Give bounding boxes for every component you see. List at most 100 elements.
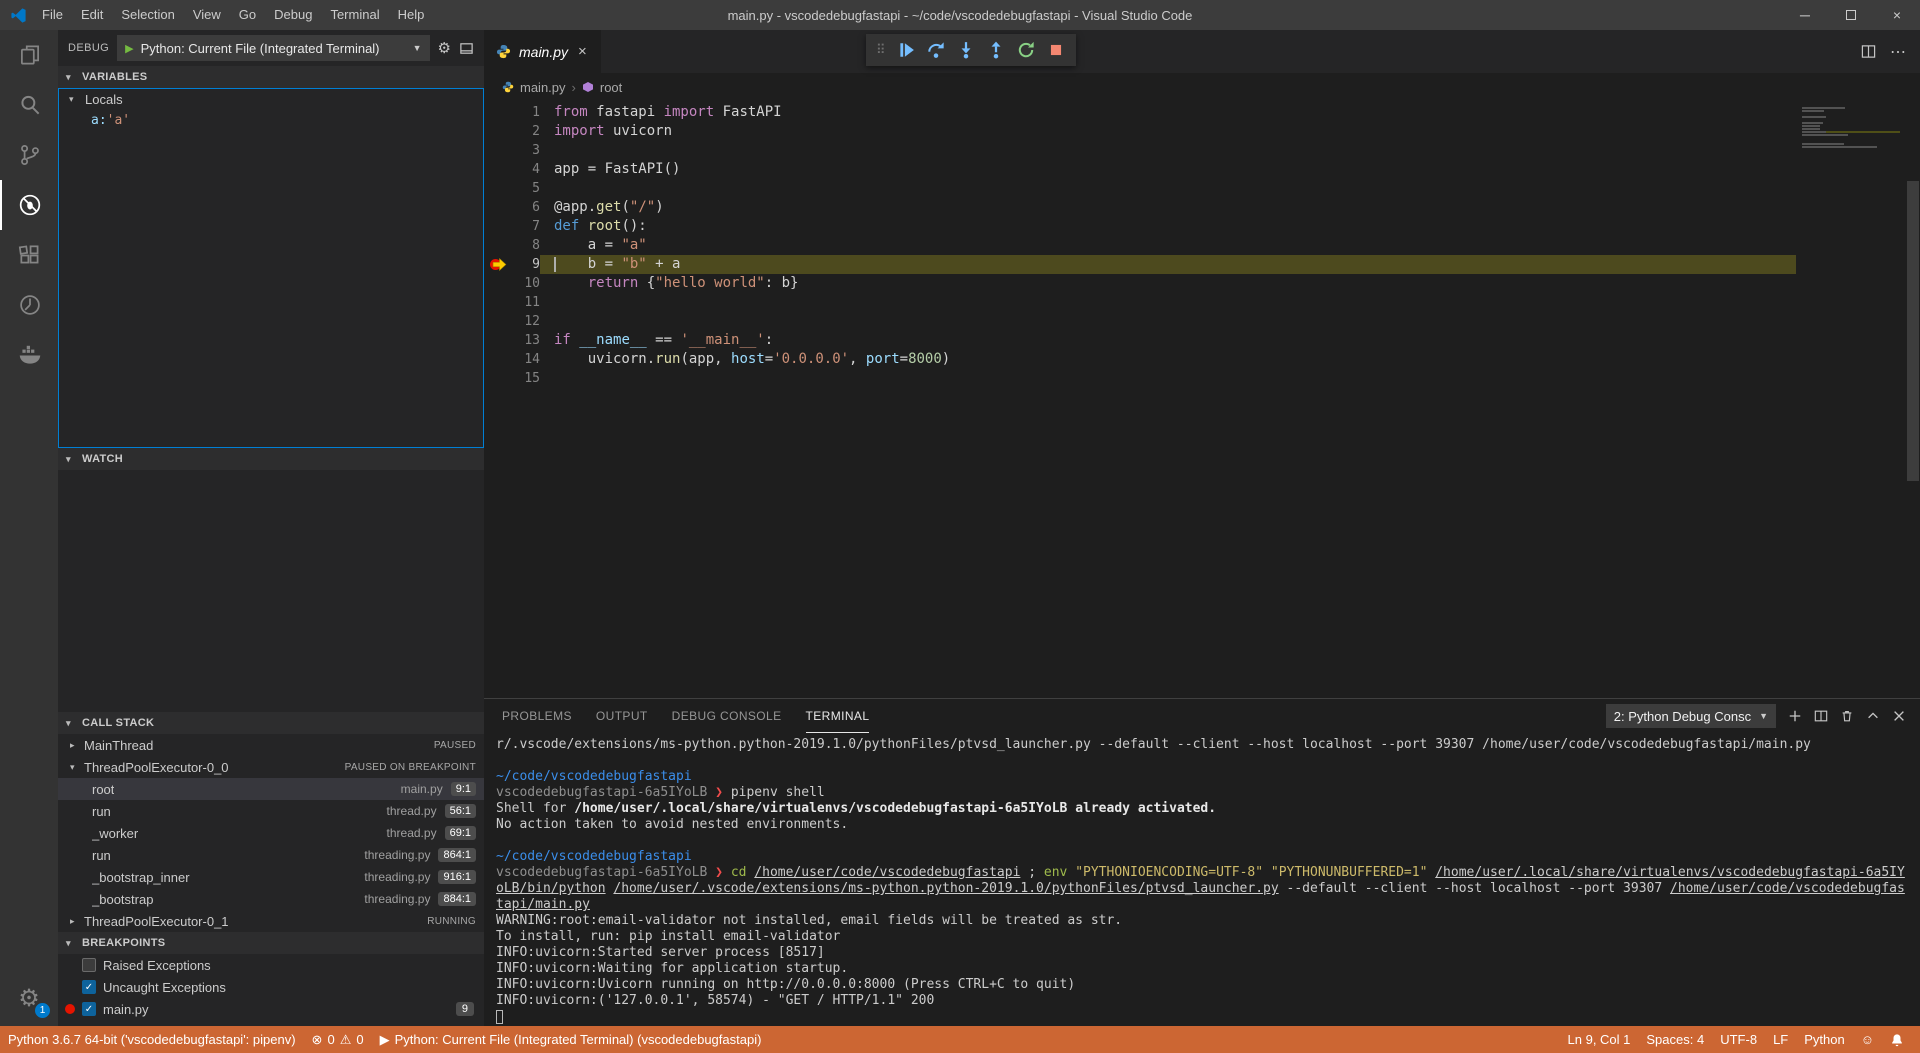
- source-control-icon[interactable]: [0, 130, 58, 180]
- breakpoint-gutter[interactable]: [484, 274, 510, 293]
- watch-pane-header[interactable]: ▾ WATCH: [58, 448, 484, 470]
- call-stack-frame[interactable]: _bootstrap_innerthreading.py916:1: [58, 866, 484, 888]
- code-line[interactable]: 12: [484, 312, 1796, 331]
- maximize-panel-icon[interactable]: [1866, 709, 1880, 723]
- breakpoint-checkbox[interactable]: ✓: [82, 980, 96, 994]
- breakpoint-gutter[interactable]: [484, 217, 510, 236]
- breakpoint-checkbox[interactable]: ✓: [82, 1002, 96, 1016]
- breadcrumb[interactable]: main.py › root: [484, 73, 1920, 101]
- code-line[interactable]: 11: [484, 293, 1796, 312]
- panel-tab-debug-console[interactable]: DEBUG CONSOLE: [672, 699, 782, 733]
- menu-view[interactable]: View: [184, 0, 230, 30]
- status-lf[interactable]: LF: [1765, 1026, 1796, 1053]
- editor-scrollbar[interactable]: [1906, 101, 1920, 698]
- code-line[interactable]: 13if __name__ == '__main__':: [484, 331, 1796, 350]
- breakpoint-item[interactable]: ✓Uncaught Exceptions: [58, 976, 484, 998]
- toolbar-drag-handle[interactable]: ⠿: [872, 42, 890, 58]
- step-over-button[interactable]: [922, 36, 950, 64]
- close-icon[interactable]: ×: [1874, 0, 1920, 30]
- code-line[interactable]: 10 return {"hello world": b}: [484, 274, 1796, 293]
- docker-icon[interactable]: [0, 330, 58, 380]
- breakpoint-gutter[interactable]: [484, 312, 510, 331]
- breakpoint-gutter[interactable]: [484, 160, 510, 179]
- minimap[interactable]: [1796, 101, 1906, 698]
- start-debug-icon[interactable]: ▶: [125, 42, 133, 55]
- menu-file[interactable]: File: [33, 0, 72, 30]
- breakpoint-checkbox[interactable]: [82, 958, 96, 972]
- new-terminal-icon[interactable]: [1788, 709, 1802, 723]
- manage-gear-icon[interactable]: ⚙ 1: [0, 970, 58, 1026]
- split-terminal-icon[interactable]: [1814, 709, 1828, 723]
- call-stack-thread[interactable]: ▸ThreadPoolExecutor-0_1RUNNING: [58, 910, 484, 932]
- breakpoint-gutter[interactable]: [484, 141, 510, 160]
- split-editor-icon[interactable]: [1861, 44, 1876, 59]
- code-line[interactable]: 7def root():: [484, 217, 1796, 236]
- search-icon[interactable]: [0, 80, 58, 130]
- vscode-logo-icon[interactable]: [10, 7, 27, 24]
- code-line[interactable]: 4app = FastAPI(): [484, 160, 1796, 179]
- status-utf-8[interactable]: UTF-8: [1712, 1026, 1765, 1053]
- minimize-icon[interactable]: ─: [1782, 0, 1828, 30]
- configure-gear-icon[interactable]: ⚙: [438, 39, 451, 57]
- explorer-icon[interactable]: [0, 30, 58, 80]
- call-stack-frame[interactable]: runthreading.py864:1: [58, 844, 484, 866]
- variables-scope-locals[interactable]: ▾ Locals: [59, 89, 483, 110]
- step-out-button[interactable]: [982, 36, 1010, 64]
- code-line[interactable]: 1from fastapi import FastAPI: [484, 103, 1796, 122]
- call-stack-pane-header[interactable]: ▾ CALL STACK: [58, 712, 484, 734]
- code-line[interactable]: 15: [484, 369, 1796, 388]
- kill-terminal-icon[interactable]: [1840, 709, 1854, 723]
- code-line[interactable]: 6@app.get("/"): [484, 198, 1796, 217]
- breakpoint-gutter[interactable]: [484, 350, 510, 369]
- call-stack-frame[interactable]: _bootstrapthreading.py884:1: [58, 888, 484, 910]
- breakpoint-gutter[interactable]: [484, 331, 510, 350]
- breakpoint-gutter[interactable]: [484, 122, 510, 141]
- scrollbar-thumb[interactable]: [1907, 181, 1919, 481]
- step-into-button[interactable]: [952, 36, 980, 64]
- stop-button[interactable]: [1042, 36, 1070, 64]
- call-stack-thread[interactable]: ▸MainThreadPAUSED: [58, 734, 484, 756]
- breakpoint-item[interactable]: ✓main.py9: [58, 998, 484, 1020]
- variables-pane-header[interactable]: ▾ VARIABLES: [58, 66, 484, 88]
- status-python[interactable]: Python: [1796, 1026, 1852, 1053]
- notifications-bell-icon[interactable]: [1882, 1026, 1912, 1053]
- more-actions-icon[interactable]: ⋯: [1890, 42, 1906, 62]
- restart-button[interactable]: [1012, 36, 1040, 64]
- debug-configuration-dropdown[interactable]: ▶ Python: Current File (Integrated Termi…: [117, 35, 429, 61]
- terminal-selector-dropdown[interactable]: 2: Python Debug Consc ▼: [1606, 704, 1776, 728]
- panel-tab-problems[interactable]: PROBLEMS: [502, 699, 572, 733]
- debug-icon[interactable]: [0, 180, 58, 230]
- variable-item[interactable]: a: 'a': [59, 110, 483, 130]
- call-stack-frame[interactable]: runthread.py56:1: [58, 800, 484, 822]
- menu-selection[interactable]: Selection: [112, 0, 183, 30]
- breakpoints-pane-header[interactable]: ▾ BREAKPOINTS: [58, 932, 484, 954]
- terminal-output[interactable]: r/.vscode/extensions/ms-python.python-20…: [484, 733, 1920, 1026]
- extensions-icon[interactable]: [0, 230, 58, 280]
- code-line[interactable]: 2import uvicorn: [484, 122, 1796, 141]
- code-line[interactable]: 14 uvicorn.run(app, host='0.0.0.0', port…: [484, 350, 1796, 369]
- code-line[interactable]: 5: [484, 179, 1796, 198]
- feedback-smiley-icon[interactable]: ☺: [1853, 1026, 1882, 1053]
- panel-tab-terminal[interactable]: TERMINAL: [806, 699, 870, 733]
- status-spaces[interactable]: Spaces: 4: [1638, 1026, 1712, 1053]
- status-ln[interactable]: Ln 9, Col 1: [1560, 1026, 1639, 1053]
- breakpoint-gutter[interactable]: [484, 369, 510, 388]
- breakpoint-gutter[interactable]: [484, 103, 510, 122]
- status-debug-configuration[interactable]: ▶ Python: Current File (Integrated Termi…: [372, 1026, 770, 1053]
- continue-button[interactable]: [892, 36, 920, 64]
- breakpoint-gutter[interactable]: [484, 198, 510, 217]
- code-editor[interactable]: 1from fastapi import FastAPI2import uvic…: [484, 101, 1920, 698]
- menu-debug[interactable]: Debug: [265, 0, 321, 30]
- menu-edit[interactable]: Edit: [72, 0, 112, 30]
- call-stack-thread[interactable]: ▾ThreadPoolExecutor-0_0PAUSED ON BREAKPO…: [58, 756, 484, 778]
- code-line[interactable]: 9 b = "b" + a: [484, 255, 1796, 274]
- breadcrumb-file[interactable]: main.py: [520, 80, 566, 95]
- breakpoint-gutter[interactable]: [484, 255, 510, 274]
- menu-terminal[interactable]: Terminal: [321, 0, 388, 30]
- close-panel-icon[interactable]: [1892, 709, 1906, 723]
- tab-main-py[interactable]: main.py ×: [484, 30, 602, 73]
- maximize-icon[interactable]: [1828, 0, 1874, 30]
- status-python-interpreter[interactable]: Python 3.6.7 64-bit ('vscodedebugfastapi…: [0, 1026, 304, 1053]
- breakpoint-gutter[interactable]: [484, 293, 510, 312]
- code-line[interactable]: 8 a = "a": [484, 236, 1796, 255]
